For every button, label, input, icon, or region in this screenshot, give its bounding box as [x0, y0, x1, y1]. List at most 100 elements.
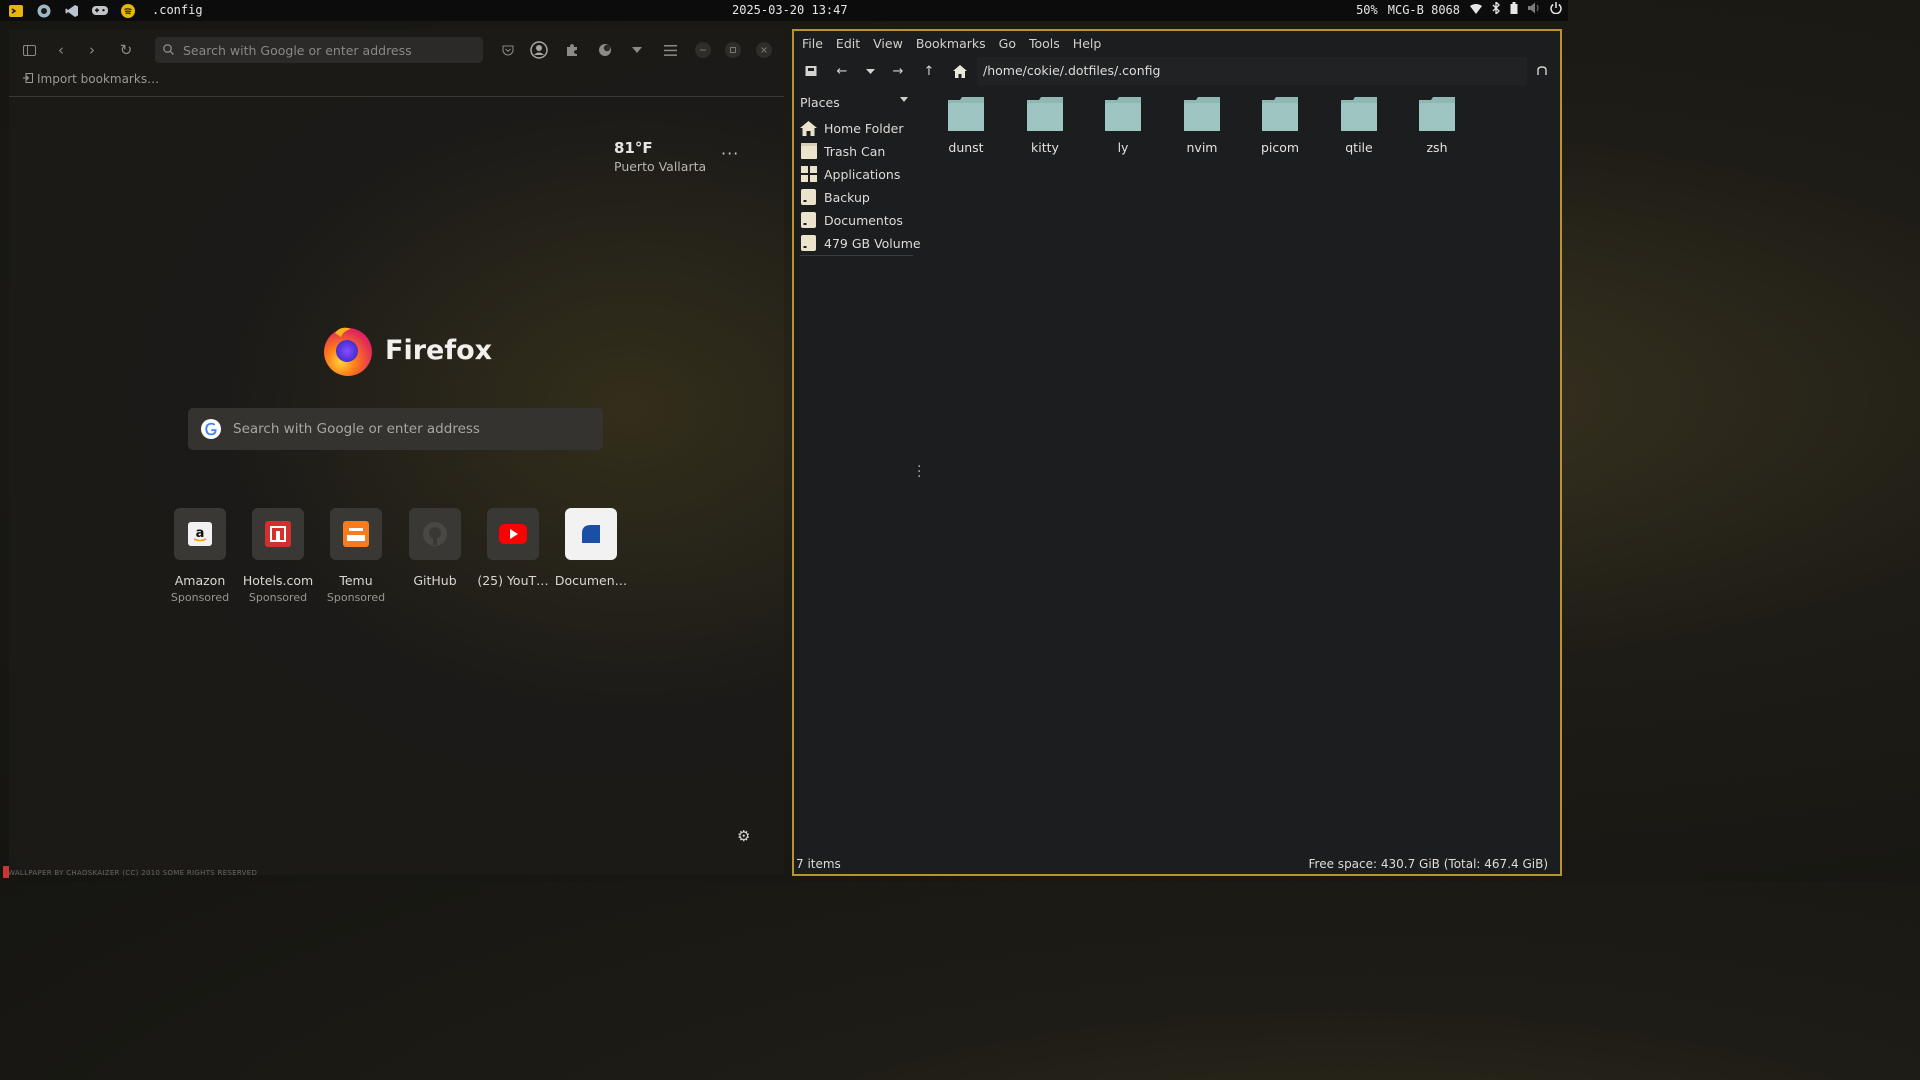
clock: 2025-03-20 13:47	[732, 3, 848, 17]
fm-toolbar: ← → ↑ /home/cokie/.dotfiles/.config	[794, 57, 1560, 85]
vscode-icon[interactable]	[63, 4, 81, 18]
folder-item[interactable]: qtile	[1323, 97, 1395, 155]
folder-name: ly	[1117, 140, 1129, 155]
terminal-icon[interactable]	[7, 4, 25, 18]
pane-resize-handle[interactable]: · · ·	[917, 460, 921, 484]
menu-icon[interactable]	[659, 39, 681, 61]
sidebar-toggle-icon[interactable]	[18, 39, 40, 61]
url-bar[interactable]: Search with Google or enter address	[155, 37, 483, 63]
import-icon	[23, 72, 33, 86]
top-site-hotels[interactable]: Hotels.com Sponsored	[238, 508, 318, 604]
folder-item[interactable]: picom	[1244, 97, 1316, 155]
volume-icon[interactable]	[1528, 0, 1540, 21]
power-icon[interactable]	[1550, 0, 1562, 21]
battery-icon	[1510, 0, 1518, 21]
folder-name: zsh	[1426, 140, 1448, 155]
home-icon	[800, 120, 817, 137]
maximize-icon[interactable]	[722, 39, 744, 61]
top-site-amazon[interactable]: a Amazon Sponsored	[160, 508, 240, 604]
svg-text:a: a	[196, 526, 205, 541]
place-home-folder[interactable]: Home Folder	[800, 118, 904, 138]
place-label: Backup	[824, 189, 870, 205]
weather-menu-button[interactable]: ···	[721, 144, 739, 163]
forward-icon[interactable]: ›	[81, 39, 103, 61]
wallpaper-credit: WALLPAPER BY CHAOSKAIZER (CC) 2010 SOME …	[8, 869, 258, 877]
gamepad-icon[interactable]	[91, 4, 109, 18]
place-applications[interactable]: Applications	[800, 164, 900, 184]
firefox-window: ‹ › ↻ Search with Google or enter addres…	[9, 29, 784, 875]
history-dropdown-icon[interactable]	[861, 62, 879, 80]
menu-file[interactable]: File	[802, 36, 823, 51]
folder-icon	[1105, 97, 1141, 131]
top-site-github[interactable]: GitHub	[395, 508, 475, 588]
personalize-gear-icon[interactable]: ⚙	[737, 827, 750, 845]
window-title: .config	[152, 3, 203, 17]
sponsored-label: Sponsored	[326, 591, 386, 604]
place-documentos[interactable]: Documentos	[800, 210, 903, 230]
free-space: Free space: 430.7 GiB (Total: 467.4 GiB)	[1308, 857, 1548, 871]
top-site-youtube[interactable]: (25) YouT…	[473, 508, 553, 588]
top-site-documents[interactable]: Documen…	[551, 508, 631, 588]
wifi-icon[interactable]	[1470, 0, 1482, 21]
browser-icon[interactable]	[35, 4, 53, 18]
folder-icon	[1184, 97, 1220, 131]
top-site-label: (25) YouT…	[477, 573, 549, 588]
top-site-label: Documen…	[554, 573, 628, 588]
menu-tools[interactable]: Tools	[1029, 36, 1060, 51]
pocket-icon[interactable]	[497, 39, 519, 61]
google-icon	[201, 419, 221, 439]
bluetooth-icon[interactable]	[1492, 0, 1500, 21]
top-panel: .config 2025-03-20 13:47 50% MCG-B 8068	[0, 0, 1568, 21]
weather-widget[interactable]: 81°F Puerto Vallarta	[614, 139, 706, 174]
folder-item[interactable]: ly	[1087, 97, 1159, 155]
url-bar-placeholder: Search with Google or enter address	[183, 42, 412, 58]
menu-help[interactable]: Help	[1073, 36, 1102, 51]
folder-item[interactable]: nvim	[1166, 97, 1238, 155]
top-site-label: GitHub	[413, 573, 457, 588]
extensions-icon[interactable]	[561, 39, 583, 61]
place-label: Documentos	[824, 212, 903, 228]
import-bookmarks-link[interactable]: Import bookmarks…	[23, 72, 159, 86]
menu-go[interactable]: Go	[999, 36, 1016, 51]
newtab-search-box[interactable]: Search with Google or enter address	[188, 408, 603, 450]
weather-temperature: 81°F	[614, 139, 653, 157]
forward-icon[interactable]: →	[889, 62, 907, 80]
account-icon[interactable]	[528, 39, 550, 61]
location-bar[interactable]: /home/cokie/.dotfiles/.config	[977, 57, 1527, 85]
close-icon[interactable]	[753, 39, 775, 61]
place-backup[interactable]: Backup	[800, 187, 870, 207]
folder-icon	[1419, 97, 1455, 131]
place-label: Trash Can	[824, 143, 886, 159]
applications-icon	[800, 166, 817, 183]
back-icon[interactable]: ←	[833, 62, 851, 80]
home-icon[interactable]	[951, 62, 969, 80]
folder-name: nvim	[1186, 140, 1218, 155]
place-479gb-volume[interactable]: 479 GB Volume	[800, 233, 921, 253]
menu-view[interactable]: View	[873, 36, 903, 51]
minimize-icon[interactable]	[692, 39, 714, 61]
go-icon[interactable]	[1533, 62, 1551, 80]
status-bar: 7 items Free space: 430.7 GiB (Total: 46…	[794, 856, 1560, 874]
top-site-temu[interactable]: Temu Sponsored	[316, 508, 396, 604]
firefox-logo-icon	[324, 327, 372, 376]
folder-name: qtile	[1345, 140, 1373, 155]
firefox-wordmark: Firefox	[385, 334, 493, 366]
toolbar-divider	[9, 96, 784, 97]
places-collapse-icon[interactable]	[900, 97, 908, 102]
dropdown-icon[interactable]	[626, 39, 648, 61]
up-icon[interactable]: ↑	[920, 62, 938, 80]
folder-name: dunst	[948, 140, 984, 155]
folder-item[interactable]: zsh	[1401, 97, 1473, 155]
theme-icon[interactable]	[594, 39, 616, 61]
folder-item[interactable]: kitty	[1009, 97, 1081, 155]
menu-bookmarks[interactable]: Bookmarks	[916, 36, 986, 51]
new-tab-icon[interactable]	[802, 62, 820, 80]
reload-icon[interactable]: ↻	[115, 39, 137, 61]
place-trash-can[interactable]: Trash Can	[800, 141, 885, 161]
back-icon[interactable]: ‹	[50, 39, 72, 61]
github-icon	[409, 508, 461, 560]
spotify-icon[interactable]	[119, 3, 137, 18]
menu-edit[interactable]: Edit	[836, 36, 860, 51]
folder-icon	[1262, 97, 1298, 131]
folder-item[interactable]: dunst	[930, 97, 1002, 155]
